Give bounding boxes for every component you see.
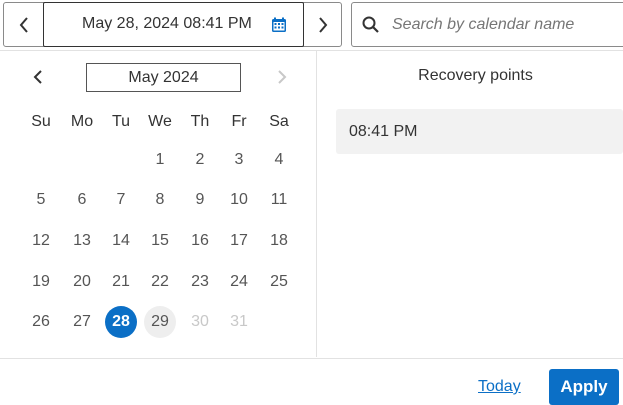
weekday-label: Th bbox=[190, 113, 210, 130]
popup-footer: Today Apply bbox=[0, 358, 623, 405]
calendar-day[interactable]: 17 bbox=[223, 225, 255, 257]
calendar-day[interactable]: 5 bbox=[25, 184, 57, 216]
next-month-button bbox=[270, 65, 294, 89]
weekday-label: Su bbox=[31, 113, 51, 130]
previous-month-button[interactable] bbox=[26, 65, 50, 89]
calendar-day[interactable]: 1 bbox=[144, 144, 176, 176]
date-time-field[interactable]: May 28, 2024 08:41 PM bbox=[43, 2, 304, 47]
today-link[interactable]: Today bbox=[478, 378, 521, 396]
weekday-label: Mo bbox=[70, 113, 94, 130]
recovery-points-panel: Recovery points 08:41 PM bbox=[318, 51, 623, 357]
weekday-label: Fr bbox=[231, 113, 247, 130]
recovery-points-title: Recovery points bbox=[418, 67, 533, 84]
date-navigator: May 28, 2024 08:41 PM bbox=[3, 2, 342, 47]
calendar-day[interactable]: 11 bbox=[263, 184, 295, 216]
calendar-day[interactable]: 13 bbox=[66, 225, 98, 257]
recovery-point-item[interactable]: 08:41 PM bbox=[336, 109, 623, 154]
next-date-button[interactable] bbox=[304, 3, 342, 46]
calendar-day[interactable]: 6 bbox=[66, 184, 98, 216]
calendar-day[interactable]: 18 bbox=[263, 225, 295, 257]
calendar-day: 30 bbox=[191, 313, 209, 330]
weekday-label: Sa bbox=[269, 113, 289, 130]
calendar-day[interactable]: 25 bbox=[263, 266, 295, 298]
calendar-day[interactable]: 16 bbox=[184, 225, 216, 257]
calendar-day[interactable]: 22 bbox=[144, 266, 176, 298]
calendar-day[interactable]: 15 bbox=[144, 225, 176, 257]
calendar-day[interactable]: 3 bbox=[223, 144, 255, 176]
calendar-day[interactable]: 21 bbox=[105, 266, 137, 298]
calendar-day[interactable]: 12 bbox=[25, 225, 57, 257]
search-input[interactable] bbox=[392, 11, 623, 39]
previous-date-button[interactable] bbox=[4, 3, 43, 46]
chevron-right-icon bbox=[278, 70, 287, 84]
search-icon bbox=[362, 16, 379, 33]
calendar-icon[interactable] bbox=[271, 17, 287, 33]
calendar-day[interactable]: 24 bbox=[223, 266, 255, 298]
calendar-day[interactable]: 8 bbox=[144, 184, 176, 216]
calendar: May 2024 Su Mo Tu We Th Fr Sa 1 2 3 4 5 6 7 8 9 10 11 12 1… bbox=[0, 51, 317, 357]
weekday-label: We bbox=[148, 113, 172, 130]
calendar-day[interactable]: 4 bbox=[263, 144, 295, 176]
chevron-right-icon bbox=[319, 16, 328, 33]
calendar-day[interactable]: 26 bbox=[25, 306, 57, 338]
chevron-left-icon bbox=[19, 16, 28, 33]
calendar-search-box bbox=[351, 2, 623, 47]
date-picker-popup: May 2024 Su Mo Tu We Th Fr Sa 1 2 3 4 5 6 7 8 9 10 11 12 1… bbox=[0, 50, 623, 405]
weekday-label: Tu bbox=[111, 113, 131, 130]
chevron-left-icon bbox=[33, 70, 42, 84]
date-time-value: May 28, 2024 08:41 PM bbox=[82, 15, 252, 32]
toolbar: May 28, 2024 08:41 PM bbox=[0, 0, 623, 50]
calendar-day[interactable]: 27 bbox=[66, 306, 98, 338]
calendar-day[interactable]: 19 bbox=[25, 266, 57, 298]
calendar-day-selected[interactable]: 28 bbox=[105, 306, 137, 338]
calendar-day[interactable]: 29 bbox=[144, 306, 176, 338]
calendar-day[interactable]: 20 bbox=[66, 266, 98, 298]
calendar-day[interactable]: 2 bbox=[184, 144, 216, 176]
calendar-day[interactable]: 9 bbox=[184, 184, 216, 216]
month-year-label[interactable]: May 2024 bbox=[86, 63, 241, 92]
apply-button[interactable]: Apply bbox=[549, 369, 619, 405]
calendar-day[interactable]: 23 bbox=[184, 266, 216, 298]
calendar-day: 31 bbox=[230, 313, 248, 330]
calendar-day[interactable]: 7 bbox=[105, 184, 137, 216]
calendar-day[interactable]: 14 bbox=[105, 225, 137, 257]
calendar-day[interactable]: 10 bbox=[223, 184, 255, 216]
